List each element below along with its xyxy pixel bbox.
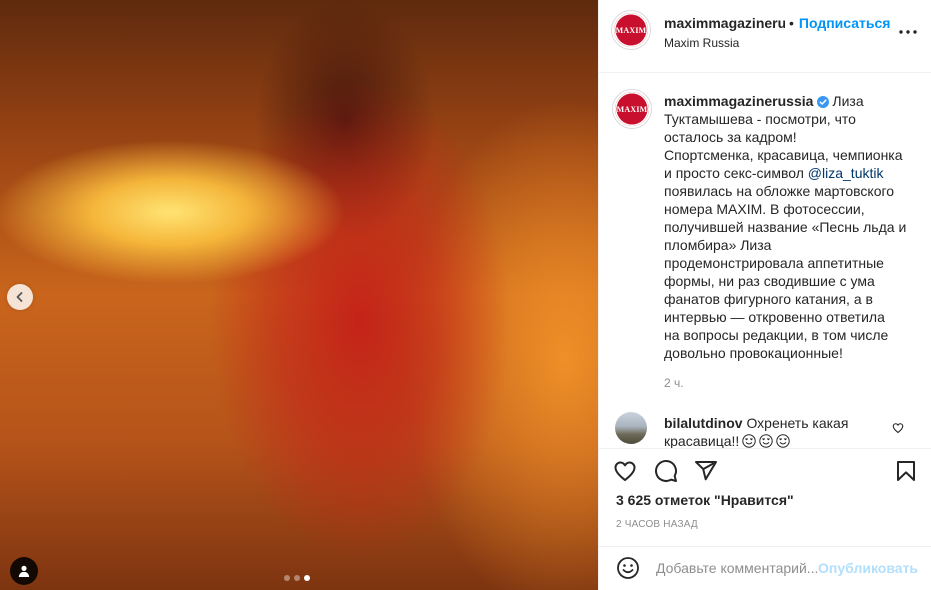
caption-line: пломбира» Лиза — [664, 237, 772, 253]
add-comment-bar: Опубликовать — [599, 546, 931, 590]
caption-timestamp[interactable]: 2 ч. — [664, 374, 926, 392]
mention-link[interactable]: @liza_tuktik — [808, 165, 884, 181]
author-username-link[interactable]: maximmagazinerus — [664, 14, 785, 32]
like-button[interactable] — [613, 459, 637, 483]
caption-username-link[interactable]: maximmagazinerussia — [664, 93, 813, 109]
post-photo[interactable] — [0, 0, 598, 590]
caption-line: maximmagazinerussia Лиза — [664, 92, 926, 110]
share-button[interactable] — [694, 459, 718, 483]
post-header: MAXIM maximmagazinerus• Подписаться Maxim… — [599, 0, 931, 73]
caption-line: Туктамышева - посмотри, что — [664, 111, 856, 127]
carousel-dot — [284, 575, 290, 581]
carousel-dot — [304, 575, 310, 581]
caption-line: получившей название «Песнь льда и — [664, 219, 907, 235]
caption-line: интервью — откровенно ответила — [664, 309, 885, 325]
likes-count[interactable]: 3 625 отметок "Нравится" — [616, 491, 794, 509]
smiley-icon — [617, 557, 639, 579]
more-horizontal-icon — [899, 30, 917, 34]
heart-eyes-emoji-icon — [776, 434, 791, 448]
caption-line: на вопросы редакции, в том числе — [664, 327, 889, 343]
add-comment-input[interactable] — [656, 558, 818, 578]
publish-comment-button[interactable]: Опубликовать — [818, 558, 918, 578]
logo-text: MAXIM — [616, 104, 648, 114]
user-tag-icon — [18, 565, 30, 577]
caption-line: появилась на обложке мартовского — [664, 183, 895, 199]
follow-button[interactable]: Подписаться — [799, 14, 891, 32]
comment-like-button[interactable] — [892, 422, 904, 434]
save-button[interactable] — [894, 459, 918, 483]
caption-text: Лиза — [832, 93, 864, 109]
caption-line: продемонстрировала аппетитные — [664, 255, 884, 271]
emoji-picker-button[interactable] — [616, 556, 640, 580]
user-tags-button[interactable] — [10, 557, 38, 585]
post-actions: 3 625 отметок "Нравится" 2 ЧАСОВ НАЗАД — [599, 448, 931, 546]
caption-line: довольно провокационные! — [664, 345, 843, 361]
carousel-dots — [284, 575, 310, 581]
heart-icon — [892, 423, 904, 434]
caption-line: фанатов фигурного катания, а в — [664, 291, 873, 307]
share-icon — [695, 461, 717, 481]
header-title-row: maximmagazinerus• Подписаться — [664, 14, 890, 32]
author-avatar[interactable]: MAXIM — [611, 10, 651, 50]
heart-eyes-emoji-icon — [759, 434, 774, 448]
post-caption: maximmagazinerussia Лиза Туктамышева - по… — [664, 92, 926, 392]
caption-line: номера MAXIM. В фотосессии, — [664, 201, 865, 217]
comments-scroll-area[interactable]: MAXIM maximmagazinerussia Лиза Туктамышев… — [599, 73, 931, 448]
commenter-username-link[interactable]: bilalutdinov — [664, 415, 743, 431]
caption-line: Спортсменка, красавица, чемпионка — [664, 147, 903, 163]
heart-eyes-emoji-icon — [742, 434, 757, 448]
comment: bilalutdinov Охренеть какая красавица!! — [664, 414, 879, 448]
maxim-logo: MAXIM — [614, 13, 648, 47]
caption-line: формы, ни раз сводившие с ума — [664, 273, 875, 289]
post-timestamp[interactable]: 2 ЧАСОВ НАЗАД — [616, 518, 698, 532]
more-options-button[interactable] — [898, 24, 918, 40]
location-link[interactable]: Maxim Russia — [664, 35, 739, 51]
bookmark-icon — [897, 461, 915, 481]
caption-line: и просто секс-символ @liza_tuktik — [664, 164, 926, 182]
comment-button[interactable] — [654, 459, 678, 483]
caption-line: осталось за кадром! — [664, 129, 797, 145]
verified-badge-icon — [817, 96, 830, 108]
heart-icon — [614, 461, 636, 481]
commenter-avatar[interactable] — [615, 412, 647, 444]
maxim-logo: MAXIM — [615, 92, 649, 126]
separator-dot: • — [789, 15, 794, 31]
caption-text: и просто секс-символ — [664, 165, 804, 181]
logo-text: MAXIM — [615, 25, 647, 35]
caption-author-avatar[interactable]: MAXIM — [612, 89, 652, 129]
comment-icon — [655, 460, 677, 482]
carousel-prev-button[interactable] — [7, 284, 33, 310]
chevron-left-icon — [16, 292, 23, 302]
carousel-dot — [294, 575, 300, 581]
post-side-panel: MAXIM maximmagazinerus• Подписаться Maxim… — [598, 0, 931, 590]
